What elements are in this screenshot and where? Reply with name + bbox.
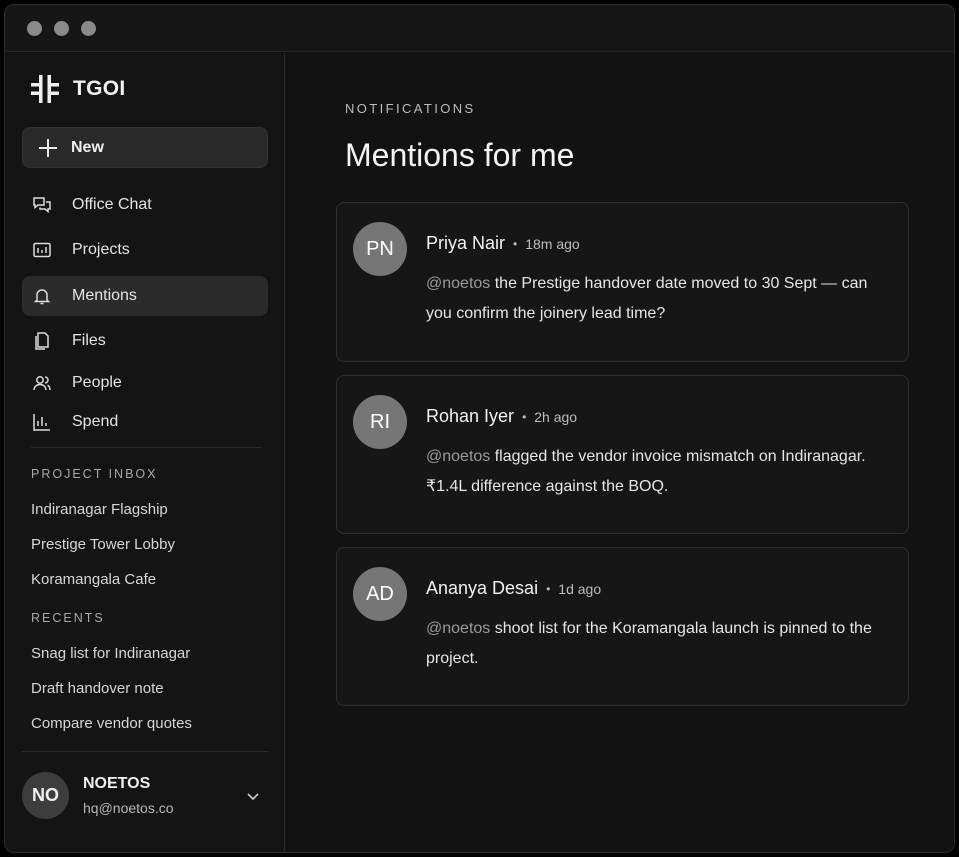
bar-chart-icon [32, 412, 52, 432]
mention-card[interactable]: RI Rohan Iyer • 2h ago @noetos flagged t… [336, 375, 909, 534]
avatar: AD [353, 567, 407, 621]
people-icon [32, 373, 52, 393]
mention-author: Priya Nair [426, 233, 506, 253]
app-window: TGOI New Office Chat Projects Mentions F… [4, 4, 955, 853]
mention-time: 1d ago [558, 580, 602, 597]
separator-dot: • [513, 236, 518, 251]
chevron-down-icon[interactable] [245, 788, 261, 804]
mention-tag[interactable]: @noetos [426, 620, 490, 637]
bell-icon [32, 286, 52, 306]
sidebar-item-label: People [72, 374, 122, 391]
sidebar-item-label: Projects [72, 241, 130, 258]
title-bar [5, 5, 954, 52]
mention-author: Ananya Desai [426, 578, 539, 598]
sidebar-item-people[interactable]: People [22, 363, 268, 403]
user-divider [22, 751, 268, 752]
mention-text: the Prestige handover date moved to 30 S… [426, 275, 868, 322]
avatar: RI [353, 395, 407, 449]
project-inbox-item[interactable]: Koramangala Cafe [31, 571, 156, 588]
sidebar-item-spend[interactable]: Spend [22, 402, 268, 442]
sidebar-item-mentions[interactable]: Mentions [22, 276, 268, 316]
sidebar-item-label: Files [72, 332, 106, 349]
mention-card[interactable]: AD Ananya Desai • 1d ago @noetos shoot l… [336, 547, 909, 706]
project-inbox-heading: PROJECT INBOX [31, 467, 158, 481]
new-button-label: New [71, 138, 104, 156]
recent-item[interactable]: Draft handover note [31, 680, 164, 697]
recents-heading: RECENTS [31, 611, 105, 625]
brand[interactable]: TGOI [31, 75, 126, 103]
recent-item[interactable]: Compare vendor quotes [31, 715, 192, 732]
files-icon [32, 331, 52, 351]
chat-icon [32, 195, 52, 215]
window-maximize-button[interactable] [81, 20, 96, 36]
mention-header: Ananya Desai • 1d ago [426, 578, 601, 599]
separator-dot: • [522, 409, 527, 424]
mention-time: 2h ago [534, 408, 578, 425]
mention-tag[interactable]: @noetos [426, 448, 490, 465]
section-eyebrow: NOTIFICATIONS [345, 101, 476, 116]
separator-dot: • [546, 581, 551, 596]
mention-text: flagged the vendor invoice mismatch on I… [426, 448, 866, 495]
sidebar: TGOI New Office Chat Projects Mentions F… [5, 53, 285, 852]
sidebar-item-projects[interactable]: Projects [22, 230, 268, 270]
projects-icon [32, 240, 52, 260]
new-button[interactable]: New [22, 127, 268, 168]
mention-card[interactable]: PN Priya Nair • 18m ago @noetos the Pres… [336, 202, 909, 362]
sidebar-item-office-chat[interactable]: Office Chat [22, 185, 268, 225]
user-email: hq@noetos.co [83, 800, 174, 816]
user-account[interactable]: NO NOETOS hq@noetos.co [22, 772, 174, 819]
sidebar-item-label: Office Chat [72, 196, 152, 213]
user-name: NOETOS [83, 775, 151, 792]
avatar: NO [22, 772, 69, 819]
sidebar-item-files[interactable]: Files [22, 321, 268, 361]
mention-text: shoot list for the Koramangala launch is… [426, 620, 872, 667]
brand-logo-icon [31, 75, 59, 103]
recent-item[interactable]: Snag list for Indiranagar [31, 645, 190, 662]
avatar: PN [353, 222, 407, 276]
page-title: Mentions for me [345, 137, 575, 173]
mention-body: @noetos the Prestige handover date moved… [426, 269, 896, 329]
window-close-button[interactable] [27, 20, 42, 36]
mention-tag[interactable]: @noetos [426, 275, 490, 292]
mention-body: @noetos shoot list for the Koramangala l… [426, 614, 896, 674]
project-inbox-item[interactable]: Indiranagar Flagship [31, 501, 168, 518]
mention-time: 18m ago [525, 235, 580, 252]
plus-icon [39, 138, 57, 157]
brand-name: TGOI [73, 77, 126, 100]
project-inbox-item[interactable]: Prestige Tower Lobby [31, 536, 175, 553]
mention-author: Rohan Iyer [426, 406, 515, 426]
window-minimize-button[interactable] [54, 20, 69, 36]
mention-header: Priya Nair • 18m ago [426, 233, 580, 254]
sidebar-divider [31, 447, 261, 448]
sidebar-item-label: Spend [72, 413, 119, 430]
mention-header: Rohan Iyer • 2h ago [426, 406, 577, 427]
sidebar-item-label: Mentions [72, 287, 137, 304]
mention-body: @noetos flagged the vendor invoice misma… [426, 442, 896, 502]
main-content: NOTIFICATIONS Mentions for me PN Priya N… [286, 53, 954, 852]
